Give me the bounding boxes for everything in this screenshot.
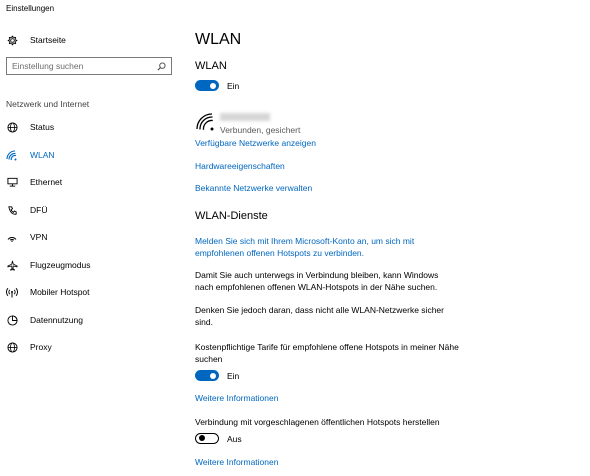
manage-known-networks-link[interactable]: Bekannte Netzwerke verwalten bbox=[195, 182, 312, 194]
more-info-link-1[interactable]: Weitere Informationen bbox=[195, 392, 278, 404]
sidebar-item-label: Proxy bbox=[30, 342, 52, 352]
wlan-toggle[interactable] bbox=[195, 80, 219, 91]
search-box bbox=[6, 57, 172, 75]
search-input[interactable] bbox=[7, 59, 154, 73]
data-usage-icon bbox=[6, 314, 18, 326]
sidebar: Startseite Netzwerk und Internet Status … bbox=[0, 0, 180, 476]
paid-plans-toggle[interactable] bbox=[195, 370, 219, 381]
connected-network[interactable]: Verbunden, gesichert bbox=[195, 110, 300, 135]
sidebar-item-label: Mobiler Hotspot bbox=[30, 287, 90, 297]
network-name-redacted bbox=[220, 113, 270, 121]
sidebar-item-proxy[interactable]: Proxy bbox=[6, 338, 52, 356]
more-info-link-2[interactable]: Weitere Informationen bbox=[195, 456, 278, 468]
sidebar-item-data-usage[interactable]: Datennutzung bbox=[6, 311, 83, 329]
paid-plans-toggle-row: Ein bbox=[195, 370, 239, 381]
wifi-icon bbox=[6, 149, 18, 161]
toggle-knob bbox=[209, 82, 216, 89]
dialup-icon bbox=[6, 204, 18, 216]
security-warning-text: Denken Sie jedoch daran, dass nicht alle… bbox=[195, 305, 444, 327]
sidebar-item-label: Status bbox=[30, 122, 55, 132]
sidebar-item-label: VPN bbox=[30, 232, 48, 242]
sidebar-item-label: Startseite bbox=[30, 35, 66, 45]
hardware-properties-link[interactable]: Hardwareeigenschaften bbox=[195, 160, 285, 172]
suggested-hotspots-toggle-row: Aus bbox=[195, 433, 242, 444]
network-status: Verbunden, gesichert bbox=[220, 125, 301, 135]
suggested-hotspots-label: Verbindung mit vorgeschlagenen öffentlic… bbox=[195, 417, 440, 427]
vpn-icon bbox=[6, 231, 18, 243]
wifi-signal-icon bbox=[195, 112, 215, 132]
globe-icon bbox=[6, 341, 18, 353]
toggle-knob bbox=[198, 435, 205, 441]
page-title: WLAN bbox=[195, 31, 242, 48]
sidebar-item-label: Ethernet bbox=[30, 177, 63, 187]
gear-icon bbox=[6, 34, 18, 46]
sidebar-item-home[interactable]: Startseite bbox=[6, 31, 66, 49]
sidebar-item-status[interactable]: Status bbox=[6, 118, 54, 136]
sidebar-item-airplane[interactable]: Flugzeugmodus bbox=[6, 256, 90, 274]
hotspot-info-text: Damit Sie auch unterwegs in Verbindung b… bbox=[195, 270, 439, 292]
sidebar-item-hotspot[interactable]: Mobiler Hotspot bbox=[6, 283, 90, 301]
sidebar-item-label: DFÜ bbox=[30, 205, 48, 215]
section-heading: Netzwerk und Internet bbox=[6, 99, 90, 109]
sidebar-item-vpn[interactable]: VPN bbox=[6, 228, 47, 246]
globe-icon bbox=[6, 121, 18, 133]
toggle-state-label: Ein bbox=[227, 80, 240, 91]
wlan-heading: WLAN bbox=[195, 60, 227, 72]
search-icon[interactable] bbox=[154, 59, 168, 73]
main-content: WLAN WLAN Ein Verbunden, gesichert Verfü… bbox=[195, 0, 585, 476]
sidebar-item-ethernet[interactable]: Ethernet bbox=[6, 173, 62, 191]
toggle-state-label: Ein bbox=[227, 370, 240, 381]
wlan-services-heading: WLAN-Dienste bbox=[195, 210, 268, 222]
paid-plans-label: Kostenpflichtige Tarife für empfohlene o… bbox=[195, 342, 459, 364]
sidebar-item-label: Flugzeugmodus bbox=[30, 260, 91, 270]
microsoft-signin-link[interactable]: Melden Sie sich mit Ihrem Microsoft-Kont… bbox=[195, 235, 435, 259]
sidebar-item-label: WLAN bbox=[30, 150, 55, 160]
hotspot-icon bbox=[6, 286, 18, 298]
show-available-networks-link[interactable]: Verfügbare Netzwerke anzeigen bbox=[195, 137, 316, 149]
suggested-hotspots-toggle[interactable] bbox=[195, 433, 219, 444]
sidebar-item-dialup[interactable]: DFÜ bbox=[6, 201, 47, 219]
toggle-knob bbox=[209, 372, 216, 379]
wlan-toggle-row: Ein bbox=[195, 80, 239, 91]
sidebar-item-wlan[interactable]: WLAN bbox=[6, 146, 55, 164]
sidebar-item-label: Datennutzung bbox=[30, 315, 83, 325]
airplane-icon bbox=[6, 259, 18, 271]
ethernet-icon bbox=[6, 176, 18, 188]
toggle-state-label: Aus bbox=[227, 433, 242, 444]
